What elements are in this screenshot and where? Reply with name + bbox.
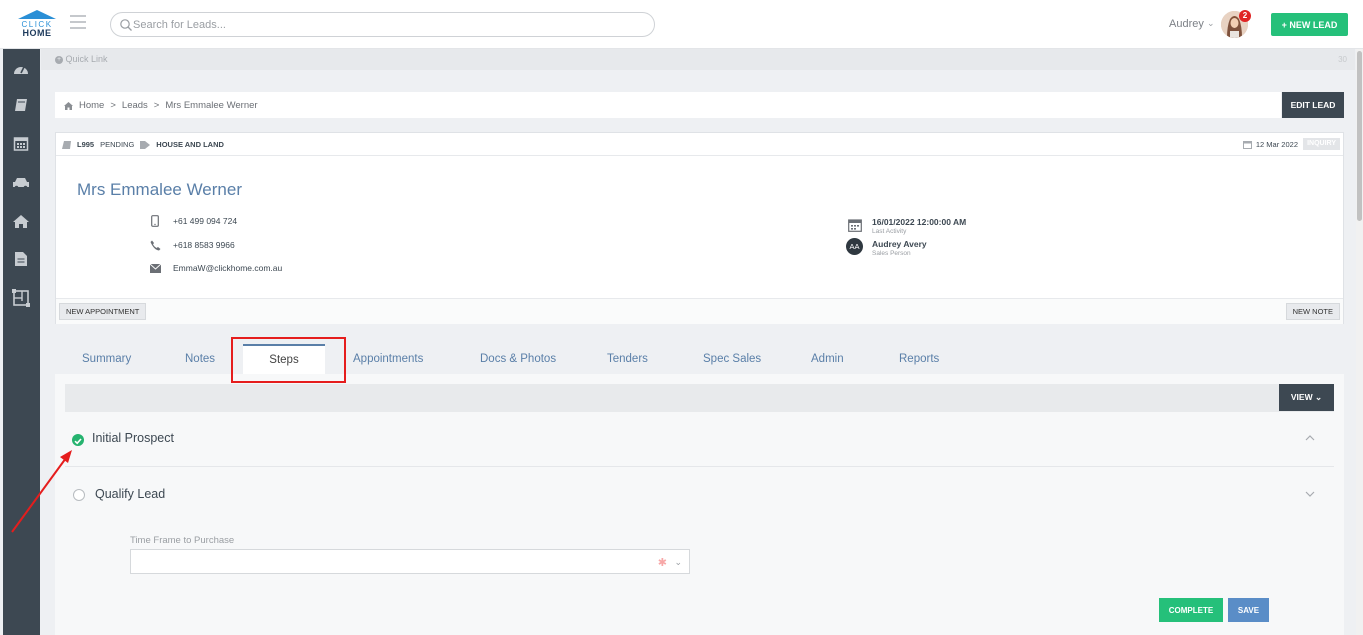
save-button[interactable]: SAVE xyxy=(1228,598,1269,622)
notification-badge[interactable]: 2 xyxy=(1239,10,1251,22)
lead-phone[interactable]: +618 8583 9966 xyxy=(173,240,235,250)
step-qualify-lead[interactable]: Qualify Lead xyxy=(65,469,1334,523)
mobile-icon xyxy=(149,215,161,227)
new-lead-button[interactable]: + NEW LEAD xyxy=(1271,13,1348,36)
tab-spec-sales[interactable]: Spec Sales xyxy=(703,353,761,365)
clickhome-logo[interactable]: CLICK HOME xyxy=(14,9,60,39)
last-activity-date: 16/01/2022 12:00:00 AM xyxy=(872,217,967,227)
tab-notes[interactable]: Notes xyxy=(185,353,215,365)
time-frame-select[interactable]: ✱ ⌄ xyxy=(130,549,690,574)
sales-person-label: Sales Person xyxy=(872,250,911,257)
search-icon xyxy=(120,19,132,31)
tab-steps[interactable]: Steps xyxy=(243,344,325,374)
required-icon: ✱ xyxy=(657,557,667,569)
view-dropdown-button[interactable]: VIEW ⌄ xyxy=(1279,384,1334,411)
complete-button[interactable]: COMPLETE xyxy=(1159,598,1223,622)
email-row: EmmaW@clickhome.com.au xyxy=(149,262,282,274)
home-icon xyxy=(64,101,73,110)
book-icon xyxy=(62,140,71,149)
scrollbar-thumb[interactable] xyxy=(1357,51,1362,221)
breadcrumb: Home > Leads > Mrs Emmalee Werner xyxy=(64,100,258,111)
car-icon[interactable] xyxy=(10,172,32,194)
calendar-icon[interactable] xyxy=(10,132,32,154)
steps-panel: VIEW ⌄ Initial Prospect Qualify Lead Tim… xyxy=(55,374,1344,635)
breadcrumb-separator: > xyxy=(110,100,116,111)
step-label: Initial Prospect xyxy=(92,431,174,445)
lead-meta: L995 PENDING HOUSE AND LAND xyxy=(62,140,224,149)
lead-id: L995 xyxy=(77,140,95,149)
lead-card: L995 PENDING HOUSE AND LAND 12 Mar 2022 … xyxy=(55,132,1344,324)
tab-reports[interactable]: Reports xyxy=(899,353,939,365)
tab-docs-photos[interactable]: Docs & Photos xyxy=(480,353,556,365)
page-scrollbar[interactable] xyxy=(1356,49,1363,635)
svg-text:HOME: HOME xyxy=(23,28,52,38)
lead-email[interactable]: EmmaW@clickhome.com.au xyxy=(173,263,282,273)
new-note-button[interactable]: NEW NOTE xyxy=(1285,303,1340,320)
time-frame-label: Time Frame to Purchase xyxy=(130,535,235,546)
search-bar xyxy=(110,12,655,37)
calendar-icon xyxy=(1242,141,1252,149)
breadcrumb-bar: Home > Leads > Mrs Emmalee Werner xyxy=(55,92,1281,118)
inquiry-badge: INQUIRY xyxy=(1303,138,1340,150)
mobile-row: +61 499 094 724 xyxy=(149,215,237,227)
view-label: VIEW xyxy=(1290,392,1313,402)
radio-circle-icon xyxy=(73,489,85,501)
quicklink-bar: + Quick Link 30 xyxy=(41,49,1355,70)
edit-lead-button[interactable]: EDIT LEAD xyxy=(1282,92,1344,118)
breadcrumb-current: Mrs Emmalee Werner xyxy=(165,100,258,111)
lead-mobile[interactable]: +61 499 094 724 xyxy=(173,216,237,226)
tab-summary[interactable]: Summary xyxy=(82,353,131,365)
envelope-icon xyxy=(149,262,161,274)
new-appointment-button[interactable]: NEW APPOINTMENT xyxy=(59,303,147,320)
chevron-down-icon[interactable] xyxy=(1304,488,1316,500)
sidebar xyxy=(3,49,40,635)
quicklink-count: 30 xyxy=(1338,55,1347,64)
quicklink-label: Quick Link xyxy=(65,54,108,64)
top-bar: CLICK HOME Audrey ⌄ 2 + NEW LEAD xyxy=(0,0,1363,49)
lead-status: PENDING xyxy=(100,140,135,149)
lead-tabs: Summary Notes Steps Appointments Docs & … xyxy=(55,344,1344,374)
lead-card-footer: NEW APPOINTMENT NEW NOTE xyxy=(56,298,1343,324)
avatar: AA xyxy=(846,238,863,255)
lead-name: Mrs Emmalee Werner xyxy=(77,180,242,199)
floorplan-icon[interactable] xyxy=(10,287,32,309)
menu-toggle-icon[interactable] xyxy=(70,15,86,29)
lead-date: 12 Mar 2022 xyxy=(1242,140,1298,149)
step-label: Qualify Lead xyxy=(95,487,166,501)
search-input[interactable] xyxy=(133,15,633,34)
user-name[interactable]: Audrey xyxy=(1169,18,1204,30)
lead-type: HOUSE AND LAND xyxy=(156,140,224,149)
step-initial-prospect[interactable]: Initial Prospect xyxy=(65,413,1334,467)
breadcrumb-separator: > xyxy=(153,100,160,111)
chevron-down-icon: ⌄ xyxy=(1314,392,1323,402)
phone-row: +618 8583 9966 xyxy=(149,239,235,251)
chevron-up-icon[interactable] xyxy=(1304,432,1316,444)
breadcrumb-leads[interactable]: Leads xyxy=(122,100,148,111)
home-icon[interactable] xyxy=(10,210,32,232)
phone-icon xyxy=(149,239,161,251)
dashboard-icon[interactable] xyxy=(10,58,32,80)
document-icon[interactable] xyxy=(10,248,32,270)
check-circle-icon xyxy=(72,434,84,446)
lead-card-header: L995 PENDING HOUSE AND LAND 12 Mar 2022 … xyxy=(56,133,1343,156)
chevron-down-icon: ⌄ xyxy=(674,557,682,567)
plus-circle-icon: + xyxy=(55,55,63,64)
last-activity-label: Last Activity xyxy=(872,228,907,235)
calendar-icon xyxy=(848,219,862,232)
sales-person-name[interactable]: Audrey Avery xyxy=(872,239,927,249)
tab-appointments[interactable]: Appointments xyxy=(353,353,423,365)
book-icon[interactable] xyxy=(10,94,32,116)
breadcrumb-home[interactable]: Home xyxy=(79,100,104,111)
tab-admin[interactable]: Admin xyxy=(811,353,844,365)
quicklink-toggle[interactable]: + Quick Link xyxy=(55,54,108,64)
tag-icon xyxy=(140,140,151,149)
steps-toolbar: VIEW ⌄ xyxy=(65,384,1334,412)
chevron-down-icon[interactable]: ⌄ xyxy=(1207,18,1215,29)
tab-tenders[interactable]: Tenders xyxy=(607,353,648,365)
lead-date-text: 12 Mar 2022 xyxy=(1255,140,1298,149)
